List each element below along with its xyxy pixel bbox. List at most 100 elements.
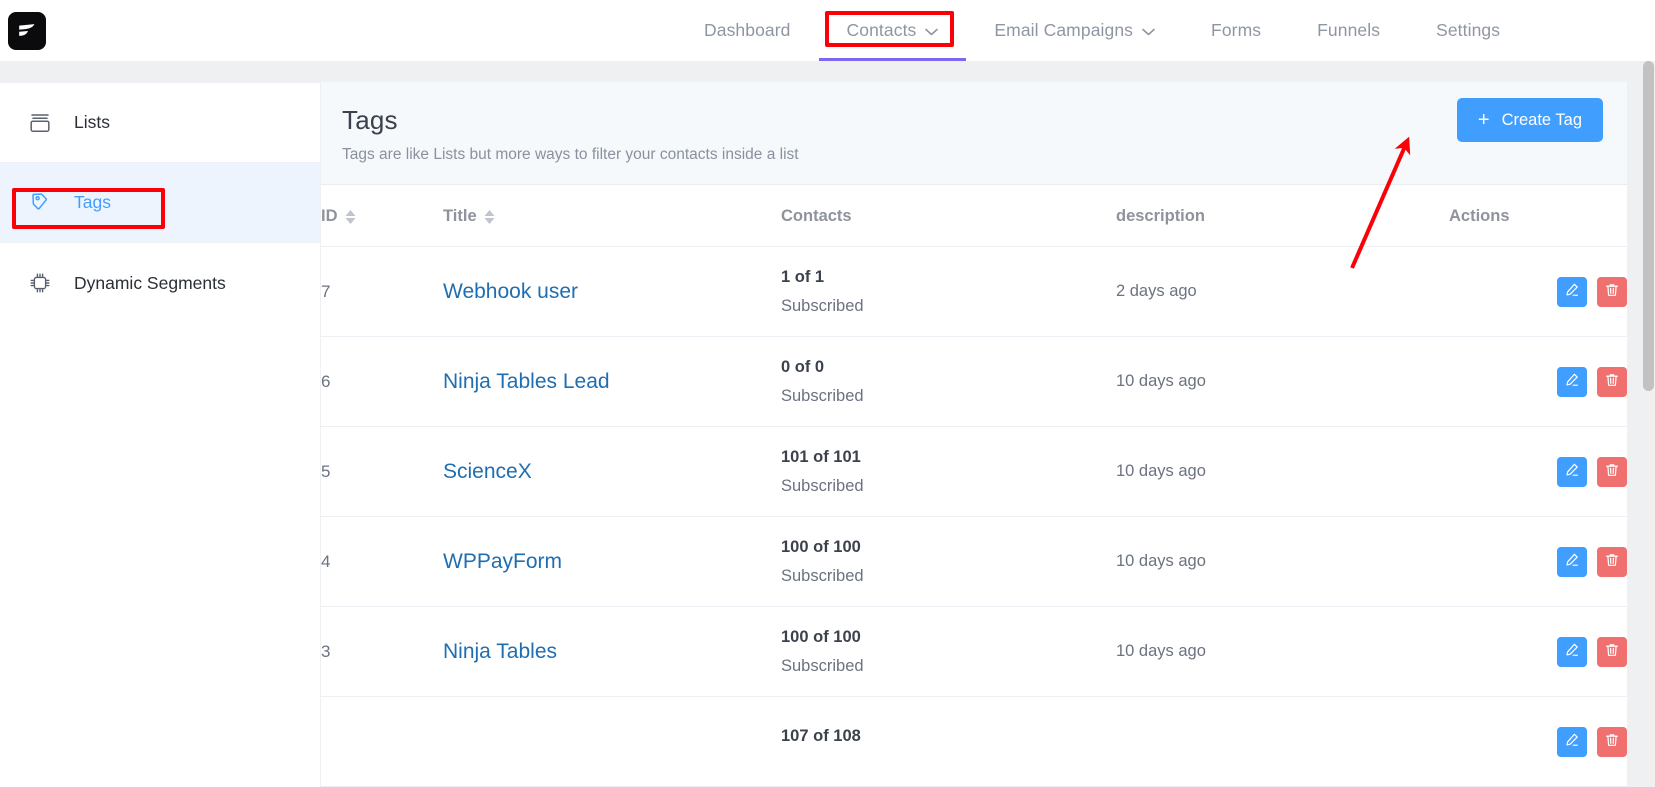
cell-description: 10 days ago bbox=[1116, 606, 1449, 697]
table-row[interactable]: 107 of 108 bbox=[321, 696, 1627, 787]
delete-row-button[interactable] bbox=[1597, 546, 1627, 577]
tag-title-link[interactable]: WPPayForm bbox=[443, 550, 562, 573]
delete-row-button[interactable] bbox=[1597, 456, 1627, 487]
delete-row-button[interactable] bbox=[1597, 726, 1627, 757]
column-header-description: description bbox=[1116, 185, 1449, 247]
delete-row-button[interactable] bbox=[1597, 366, 1627, 397]
cell-contacts: 100 of 100 Subscribed bbox=[781, 516, 1116, 607]
cell-description: 10 days ago bbox=[1116, 426, 1449, 517]
contacts-count: 0 of 0 bbox=[781, 358, 825, 377]
sidebar-item-label: Tags bbox=[74, 192, 111, 212]
tag-title-link[interactable]: Webhook user bbox=[443, 280, 578, 303]
edit-row-button[interactable] bbox=[1556, 636, 1587, 667]
column-label: description bbox=[1116, 207, 1205, 225]
table-body: 7 Webhook user 1 of 1 Subscribed 2 days … bbox=[321, 246, 1627, 787]
tag-title-link[interactable]: Ninja Tables bbox=[443, 640, 557, 663]
create-tag-button[interactable]: + Create Tag bbox=[1456, 98, 1603, 142]
main-panel: Tags Tags are like Lists but more ways t… bbox=[321, 82, 1627, 787]
page-body: Lists Tags Dynamic Segments Tags Tags ar… bbox=[0, 61, 1655, 787]
archive-box-icon bbox=[28, 111, 52, 135]
nav-item-forms[interactable]: Forms bbox=[1183, 0, 1289, 61]
sidebar-item-tags[interactable]: Tags bbox=[0, 163, 320, 243]
nav-item-email-campaigns[interactable]: Email Campaigns bbox=[966, 0, 1183, 61]
top-navigation-bar: Dashboard Contacts Email Campaigns Forms… bbox=[0, 0, 1655, 61]
table-head: ID Title Contacts description Actions bbox=[321, 185, 1627, 247]
contacts-status: Subscribed bbox=[781, 296, 864, 315]
column-header-id[interactable]: ID bbox=[321, 185, 443, 247]
sidebar-item-label: Dynamic Segments bbox=[74, 272, 226, 293]
trash-icon bbox=[1604, 282, 1620, 301]
pencil-icon bbox=[1564, 552, 1580, 571]
nav-item-dashboard[interactable]: Dashboard bbox=[676, 0, 819, 61]
cell-title: Webhook user bbox=[443, 246, 781, 337]
sort-arrows-icon bbox=[484, 209, 495, 224]
cell-id: 3 bbox=[321, 606, 443, 697]
table-row[interactable]: 6 Ninja Tables Lead 0 of 0 Subscribed 10… bbox=[321, 336, 1627, 427]
edit-row-button[interactable] bbox=[1556, 366, 1587, 397]
table-row[interactable]: 7 Webhook user 1 of 1 Subscribed 2 days … bbox=[321, 246, 1627, 337]
pencil-icon bbox=[1564, 372, 1580, 391]
contacts-count: 100 of 100 bbox=[781, 628, 861, 647]
table-row[interactable]: 4 WPPayForm 100 of 100 Subscribed 10 day… bbox=[321, 516, 1627, 607]
table-row[interactable]: 5 ScienceX 101 of 101 Subscribed 10 days… bbox=[321, 426, 1627, 517]
cell-actions bbox=[1449, 516, 1627, 607]
edit-row-button[interactable] bbox=[1556, 726, 1587, 757]
cell-actions bbox=[1449, 246, 1627, 337]
nav-item-contacts[interactable]: Contacts bbox=[818, 0, 967, 61]
column-header-contacts: Contacts bbox=[781, 185, 1116, 247]
edit-row-button[interactable] bbox=[1556, 546, 1587, 577]
trash-icon bbox=[1604, 372, 1620, 391]
cell-actions bbox=[1449, 336, 1627, 427]
cell-description bbox=[1116, 696, 1449, 787]
trash-icon bbox=[1604, 732, 1620, 751]
tag-icon bbox=[28, 191, 52, 215]
scrollbar-thumb[interactable] bbox=[1643, 61, 1654, 391]
cell-title: ScienceX bbox=[443, 426, 781, 517]
column-header-actions: Actions bbox=[1449, 185, 1627, 247]
contacts-status: Subscribed bbox=[781, 656, 864, 675]
cell-id bbox=[321, 696, 443, 787]
cell-actions bbox=[1449, 426, 1627, 517]
contacts-count: 100 of 100 bbox=[781, 538, 861, 557]
cell-contacts: 1 of 1 Subscribed bbox=[781, 246, 1116, 337]
column-label: Contacts bbox=[781, 207, 852, 225]
cell-contacts: 100 of 100 Subscribed bbox=[781, 606, 1116, 697]
delete-row-button[interactable] bbox=[1597, 636, 1627, 667]
cell-description: 10 days ago bbox=[1116, 336, 1449, 427]
page-scrollbar[interactable] bbox=[1642, 61, 1655, 787]
trash-icon bbox=[1604, 552, 1620, 571]
sidebar: Lists Tags Dynamic Segments bbox=[0, 82, 320, 787]
delete-row-button[interactable] bbox=[1597, 276, 1627, 307]
trash-icon bbox=[1604, 462, 1620, 481]
tag-title-link[interactable]: ScienceX bbox=[443, 460, 532, 483]
page-subtitle: Tags are like Lists but more ways to fil… bbox=[342, 146, 799, 163]
sidebar-item-dynamic-segments[interactable]: Dynamic Segments bbox=[0, 243, 320, 323]
cell-description: 10 days ago bbox=[1116, 516, 1449, 607]
pencil-icon bbox=[1564, 282, 1580, 301]
nav-label: Dashboard bbox=[704, 20, 791, 40]
sidebar-item-lists[interactable]: Lists bbox=[0, 83, 320, 163]
pencil-icon bbox=[1564, 732, 1580, 751]
nav-item-funnels[interactable]: Funnels bbox=[1289, 0, 1408, 61]
cell-contacts: 101 of 101 Subscribed bbox=[781, 426, 1116, 517]
panel-header: Tags Tags are like Lists but more ways t… bbox=[321, 82, 1627, 185]
tag-title-link[interactable]: Ninja Tables Lead bbox=[443, 370, 610, 393]
nav-label: Email Campaigns bbox=[994, 20, 1134, 40]
app-root: Dashboard Contacts Email Campaigns Forms… bbox=[0, 0, 1655, 787]
nav-label: Forms bbox=[1211, 20, 1262, 40]
edit-row-button[interactable] bbox=[1556, 276, 1587, 307]
nav-item-settings[interactable]: Settings bbox=[1408, 0, 1528, 61]
contacts-status: Subscribed bbox=[781, 386, 864, 405]
edit-row-button[interactable] bbox=[1556, 456, 1587, 487]
column-header-title[interactable]: Title bbox=[443, 185, 781, 247]
main-nav: Dashboard Contacts Email Campaigns Forms… bbox=[676, 0, 1528, 61]
cell-id: 7 bbox=[321, 246, 443, 337]
cell-actions bbox=[1449, 696, 1627, 787]
cell-title: Ninja Tables Lead bbox=[443, 336, 781, 427]
sort-arrows-icon bbox=[345, 209, 356, 224]
contacts-count: 101 of 101 bbox=[781, 448, 861, 467]
cell-id: 5 bbox=[321, 426, 443, 517]
table-row[interactable]: 3 Ninja Tables 100 of 100 Subscribed 10 … bbox=[321, 606, 1627, 697]
fluentcrm-logo-icon[interactable] bbox=[8, 11, 46, 50]
nav-label: Contacts bbox=[846, 20, 917, 40]
